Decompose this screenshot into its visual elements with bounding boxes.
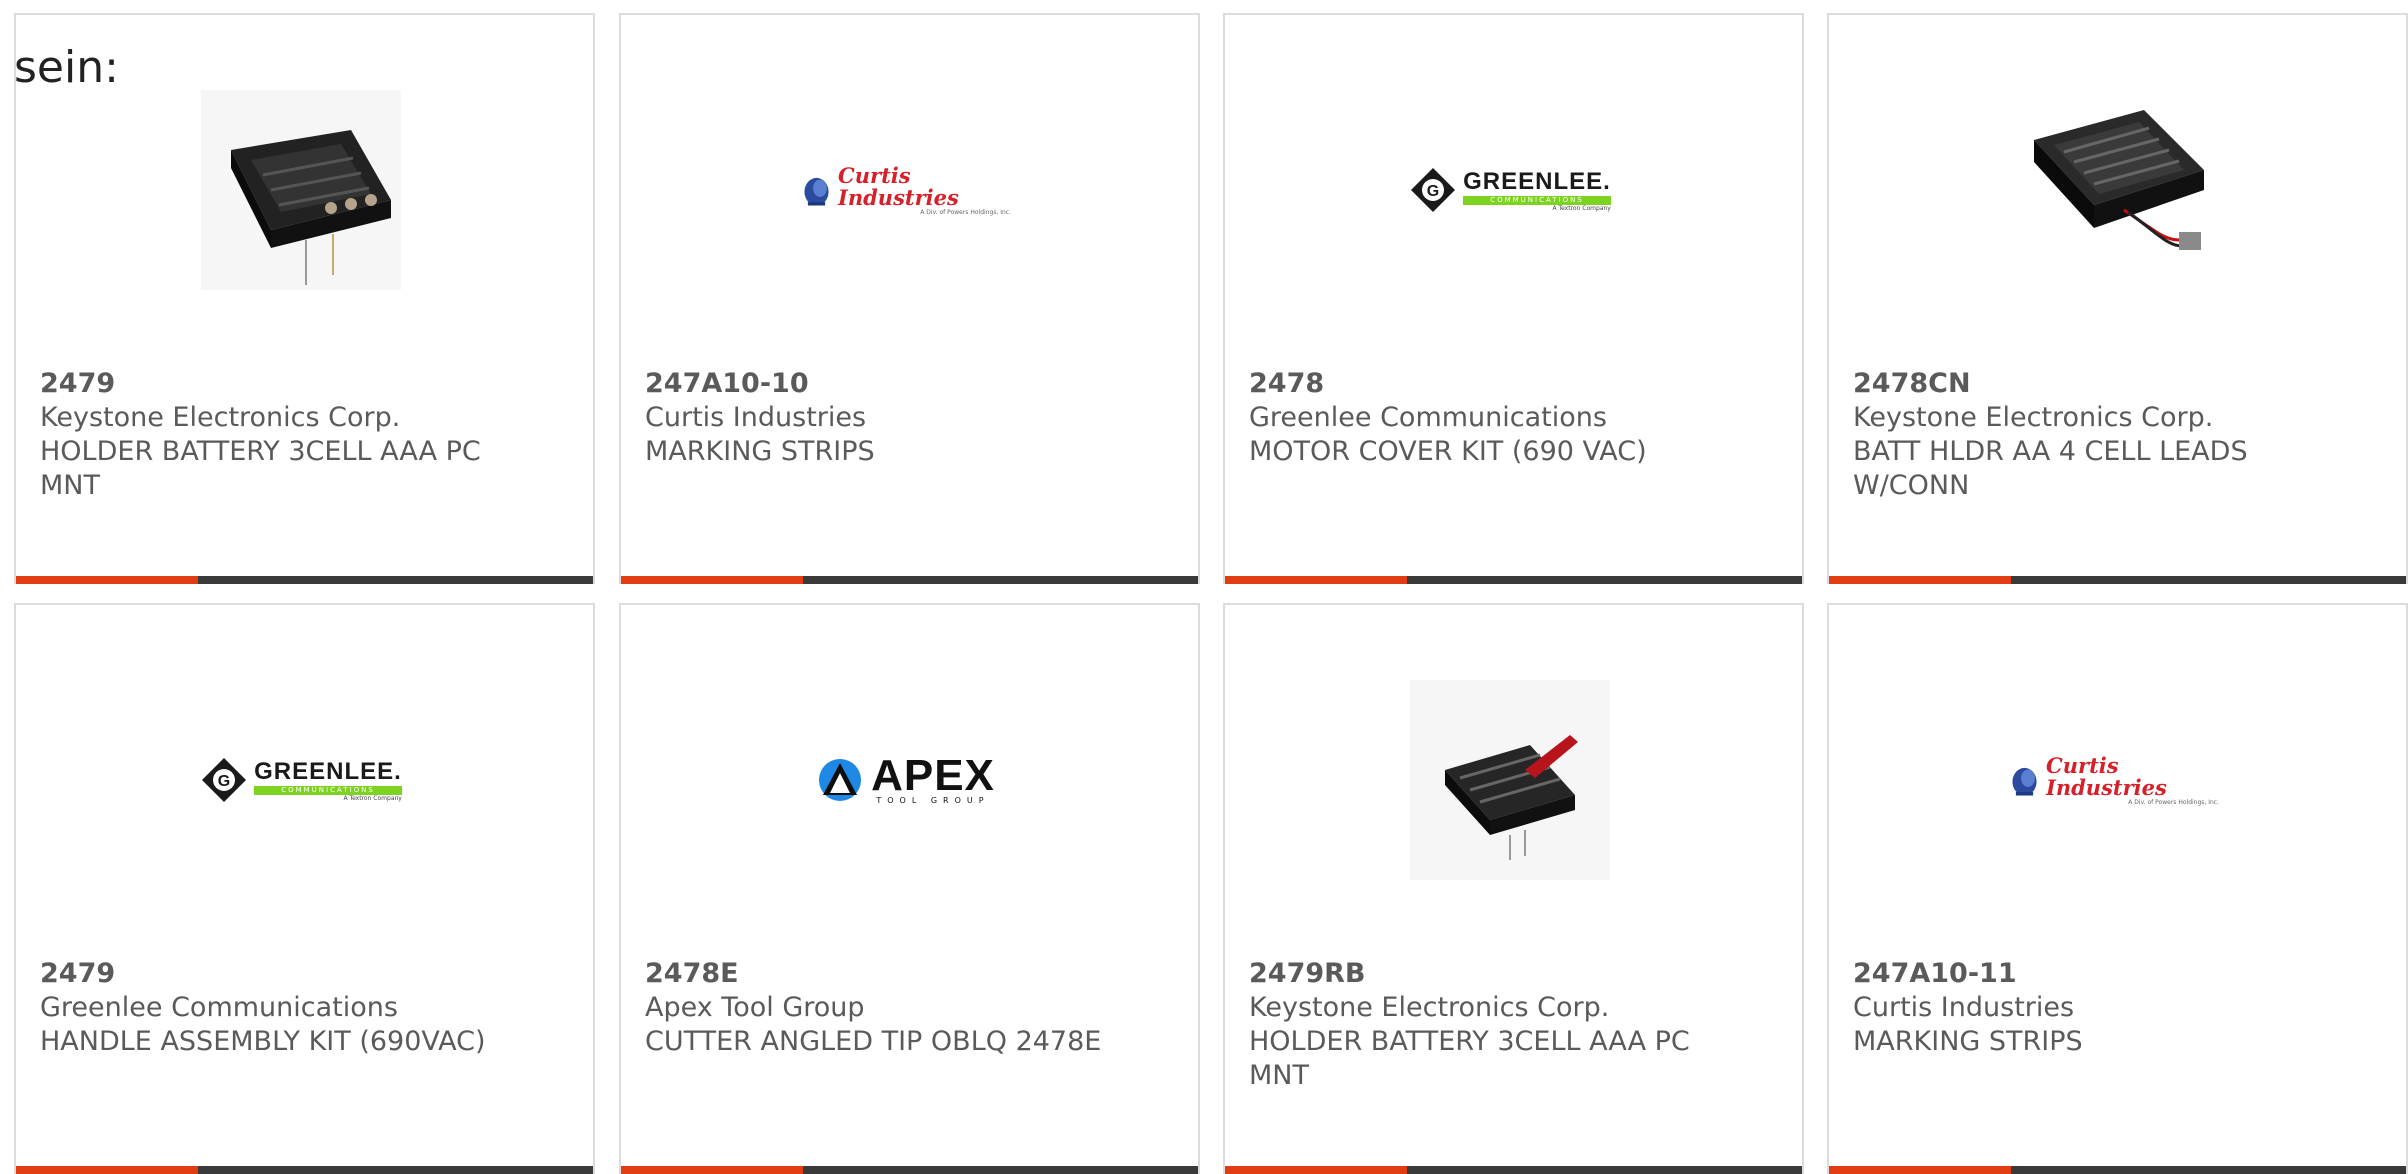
logo-text: GREENLEE.: [254, 758, 402, 785]
card-bottom-bar: [1829, 576, 2406, 584]
part-number[interactable]: 2479: [40, 367, 520, 401]
description: HANDLE ASSEMBLY KIT (690VAC): [40, 1026, 486, 1057]
card-accent-bar: [16, 1166, 198, 1174]
greenlee-diamond-icon: G: [1411, 168, 1456, 212]
product-image[interactable]: [196, 85, 406, 295]
card-accent-bar: [1225, 1166, 1407, 1174]
part-number[interactable]: 2478E: [645, 957, 1125, 991]
logo-text: Curtis Industries: [2046, 752, 2167, 800]
product-card[interactable]: APEX TOOL GROUP 2478E Apex Tool Group CU…: [619, 603, 1200, 1174]
card-bottom-bar: [16, 576, 593, 584]
card-bottom-bar: [1829, 1166, 2406, 1174]
greenlee-logo: G GREENLEE. COMMUNICATIONS A Textron Com…: [200, 756, 402, 804]
logo-text: APEX: [871, 750, 995, 800]
description: MARKING STRIPS: [1853, 1026, 2083, 1057]
product-card[interactable]: 2479RB Keystone Electronics Corp. HOLDER…: [1223, 603, 1804, 1174]
battery-holder-4cell-image: [2034, 110, 2204, 250]
greenlee-logo: G GREENLEE. COMMUNICATIONS A Textron Com…: [1409, 166, 1611, 214]
card-bottom-bar: [1225, 576, 1802, 584]
card-accent-bar: [1829, 576, 2011, 584]
battery-holder-3cell-image: [201, 90, 401, 290]
part-number[interactable]: 2479RB: [1249, 957, 1729, 991]
manufacturer: Apex Tool Group: [645, 992, 865, 1023]
logo-subtext: A Div. of Powers Holdings, Inc.: [2128, 798, 2219, 806]
card-bottom-bar: [16, 1166, 593, 1174]
product-image[interactable]: Curtis Industries A Div. of Powers Holdi…: [2009, 675, 2219, 885]
logo-subtext: A Textron Company: [1552, 205, 1611, 212]
card-bottom-bar: [1225, 1166, 1802, 1174]
logo-text: Curtis Industries: [838, 162, 959, 210]
part-number[interactable]: 2478: [1249, 367, 1729, 401]
apex-globe-icon: [819, 759, 862, 801]
description: MARKING STRIPS: [645, 436, 875, 467]
logo-strip: COMMUNICATIONS: [254, 786, 402, 795]
manufacturer: Greenlee Communications: [1249, 402, 1607, 433]
product-image[interactable]: Curtis Industries A Div. of Powers Holdi…: [801, 85, 1011, 295]
description: CUTTER ANGLED TIP OBLQ 2478E: [645, 1026, 1102, 1057]
apex-tool-group-logo: APEX TOOL GROUP: [817, 750, 995, 805]
product-card[interactable]: Curtis Industries A Div. of Powers Holdi…: [1827, 603, 2408, 1174]
card-accent-bar: [1225, 576, 1407, 584]
greenlee-diamond-icon: G: [202, 758, 247, 802]
logo-subtext: A Textron Company: [343, 795, 402, 802]
page-heading-fragment: sein:: [14, 42, 119, 93]
card-bottom-bar: [621, 1166, 1198, 1174]
product-card[interactable]: G GREENLEE. COMMUNICATIONS A Textron Com…: [1223, 13, 1804, 584]
product-image[interactable]: [2009, 85, 2219, 295]
svg-text:G: G: [218, 773, 230, 790]
curtis-industries-logo: Curtis Industries A Div. of Powers Holdi…: [2009, 752, 2219, 806]
card-accent-bar: [621, 576, 803, 584]
description: BATT HLDR AA 4 CELL LEADS W/CONN: [1853, 436, 2248, 501]
description: MOTOR COVER KIT (690 VAC): [1249, 436, 1647, 467]
manufacturer: Keystone Electronics Corp.: [1853, 402, 2214, 433]
logo-text: GREENLEE.: [1463, 168, 1611, 195]
manufacturer: Curtis Industries: [645, 402, 867, 433]
product-card[interactable]: Curtis Industries A Div. of Powers Holdi…: [619, 13, 1200, 584]
manufacturer: Curtis Industries: [1853, 992, 2075, 1023]
card-accent-bar: [16, 576, 198, 584]
battery-holder-3cell-leads-image: [1410, 680, 1610, 880]
svg-text:G: G: [1427, 183, 1439, 200]
card-accent-bar: [621, 1166, 803, 1174]
logo-subtext: TOOL GROUP: [876, 795, 990, 805]
part-number[interactable]: 247A10-11: [1853, 957, 2333, 991]
part-number[interactable]: 2479: [40, 957, 520, 991]
product-card[interactable]: 2479 Keystone Electronics Corp. HOLDER B…: [14, 13, 595, 584]
card-accent-bar: [1829, 1166, 2011, 1174]
part-number[interactable]: 247A10-10: [645, 367, 1125, 401]
description: HOLDER BATTERY 3CELL AAA PC MNT: [40, 436, 481, 501]
description: HOLDER BATTERY 3CELL AAA PC MNT: [1249, 1026, 1690, 1091]
product-card[interactable]: 2478CN Keystone Electronics Corp. BATT H…: [1827, 13, 2408, 584]
card-bottom-bar: [621, 576, 1198, 584]
product-image[interactable]: G GREENLEE. COMMUNICATIONS A Textron Com…: [196, 675, 406, 885]
curtis-globe-icon: [2012, 767, 2037, 796]
manufacturer: Keystone Electronics Corp.: [1249, 992, 1610, 1023]
curtis-globe-icon: [804, 177, 829, 206]
product-image[interactable]: [1405, 675, 1615, 885]
part-number[interactable]: 2478CN: [1853, 367, 2333, 401]
logo-strip: COMMUNICATIONS: [1463, 196, 1611, 205]
manufacturer: Keystone Electronics Corp.: [40, 402, 401, 433]
product-image[interactable]: G GREENLEE. COMMUNICATIONS A Textron Com…: [1405, 85, 1615, 295]
curtis-industries-logo: Curtis Industries A Div. of Powers Holdi…: [801, 162, 1011, 216]
product-card[interactable]: G GREENLEE. COMMUNICATIONS A Textron Com…: [14, 603, 595, 1174]
logo-subtext: A Div. of Powers Holdings, Inc.: [920, 208, 1011, 216]
product-image[interactable]: APEX TOOL GROUP: [801, 675, 1011, 885]
manufacturer: Greenlee Communications: [40, 992, 398, 1023]
